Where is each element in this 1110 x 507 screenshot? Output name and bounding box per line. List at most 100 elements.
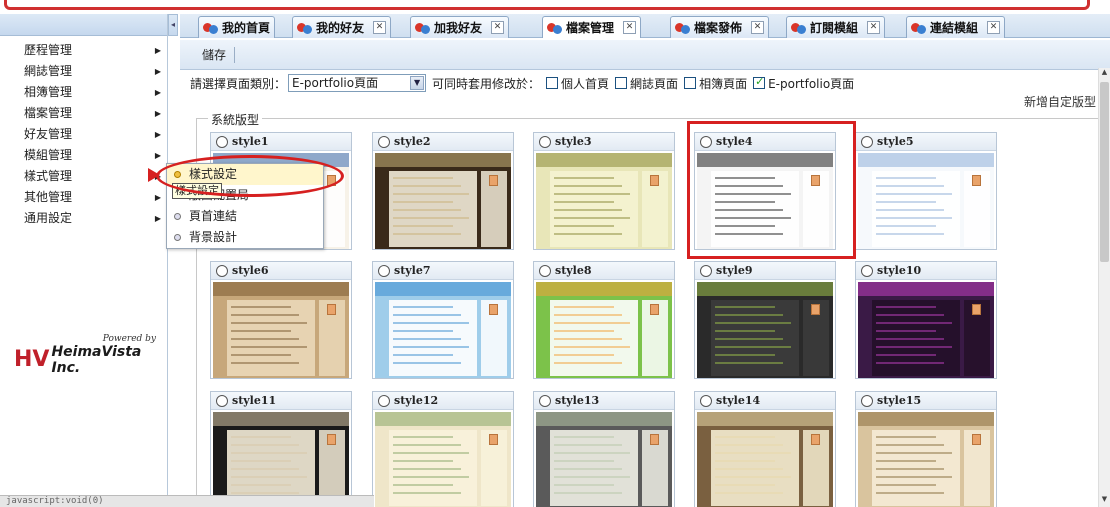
style-preview-thumbnail[interactable]	[536, 282, 672, 378]
style-radio[interactable]	[700, 394, 712, 407]
sidebar-item[interactable]: 檔案管理 ▶	[0, 103, 167, 124]
style-management-flyout: 樣式設定版面配置局頁首連結背景設計	[166, 163, 324, 249]
sidebar-item-label: 通用設定	[24, 211, 73, 225]
style-card[interactable]: style2	[372, 132, 514, 250]
thumbnail-banner	[375, 153, 511, 167]
apply-checkbox[interactable]	[684, 77, 697, 89]
apply-checkbox[interactable]	[753, 75, 766, 89]
flyout-item[interactable]: 頁首連結	[167, 206, 323, 227]
style-card[interactable]: style6	[210, 261, 352, 379]
style-preview-thumbnail[interactable]	[858, 412, 994, 507]
style-card[interactable]: style5	[855, 132, 997, 250]
sidebar-item[interactable]: 模組管理 ▶	[0, 145, 167, 166]
style-preview-thumbnail[interactable]	[375, 412, 511, 507]
tab[interactable]: 訂閱模組 ✕	[786, 16, 886, 38]
style-preview-thumbnail[interactable]	[375, 282, 511, 378]
style-radio[interactable]	[378, 264, 390, 277]
style-radio[interactable]	[861, 135, 873, 148]
sidebar-item[interactable]: 通用設定 ▶	[0, 208, 167, 229]
thumbnail-text-line	[554, 484, 614, 486]
page-type-select[interactable]: E-portfolio頁面 ▼	[288, 74, 427, 92]
style-preview-thumbnail[interactable]	[858, 282, 994, 378]
style-card-header: style12	[373, 392, 513, 410]
close-icon[interactable]: ✕	[491, 21, 505, 34]
style-preview-thumbnail[interactable]	[697, 282, 833, 378]
tab[interactable]: 檔案管理 ✕	[542, 16, 642, 38]
apply-checkbox[interactable]	[546, 77, 559, 89]
chevron-down-icon[interactable]: ▼	[410, 76, 425, 90]
new-custom-style-link[interactable]: 新增自定版型	[1024, 93, 1096, 110]
style-radio[interactable]	[700, 264, 712, 277]
style-preview-thumbnail[interactable]	[858, 153, 994, 249]
thumbnail-avatar	[811, 434, 820, 445]
style-radio[interactable]	[378, 135, 390, 148]
close-icon[interactable]: ✕	[751, 21, 765, 34]
style-radio[interactable]	[539, 264, 551, 277]
style-card[interactable]: style12	[372, 391, 514, 507]
style-preview-thumbnail[interactable]	[213, 412, 349, 507]
style-preview-thumbnail[interactable]	[375, 153, 511, 249]
close-icon[interactable]: ✕	[987, 21, 1001, 34]
thumbnail-text-line	[554, 306, 614, 308]
scroll-down-icon[interactable]: ▼	[1099, 495, 1110, 507]
sidebar-item-label: 其他管理	[24, 190, 73, 204]
apply-checkbox[interactable]	[615, 77, 628, 89]
style-radio[interactable]	[861, 394, 873, 407]
sidebar-item[interactable]: 網誌管理 ▶	[0, 61, 167, 82]
style-card[interactable]: style3	[533, 132, 675, 250]
tab[interactable]: 我的首頁	[198, 16, 276, 38]
sidebar-item[interactable]: 相簿管理 ▶	[0, 82, 167, 103]
sidebar-item[interactable]: 其他管理 ▶	[0, 187, 167, 208]
sidebar-item[interactable]: 樣式管理 ▶	[0, 166, 167, 187]
style-card[interactable]: style10	[855, 261, 997, 379]
style-name: style9	[716, 264, 753, 277]
thumbnail-text-line	[393, 314, 461, 316]
apply-checkbox-label: 網誌頁面	[630, 76, 679, 91]
tab[interactable]: 加我好友 ✕	[410, 16, 510, 38]
flyout-item[interactable]: 背景設計	[167, 227, 323, 248]
style-card[interactable]: style9	[694, 261, 836, 379]
top-frame-strip	[4, 0, 1090, 10]
tab[interactable]: 連結模組 ✕	[906, 16, 1006, 38]
thumbnail-text-line	[231, 492, 299, 494]
style-name: style7	[394, 264, 431, 277]
sidebar-item[interactable]: 好友管理 ▶	[0, 124, 167, 145]
style-card[interactable]: style14	[694, 391, 836, 507]
style-card[interactable]: style7	[372, 261, 514, 379]
thumbnail-text-line	[231, 306, 291, 308]
style-preview-thumbnail[interactable]	[697, 412, 833, 507]
style-radio[interactable]	[216, 394, 228, 407]
close-icon[interactable]: ✕	[373, 21, 387, 34]
style-preview-thumbnail[interactable]	[213, 282, 349, 378]
style-card[interactable]: style13	[533, 391, 675, 507]
style-preview-thumbnail[interactable]	[536, 153, 672, 249]
flyout-item[interactable]: 樣式設定	[167, 164, 323, 185]
style-preview-thumbnail[interactable]	[536, 412, 672, 507]
thumbnail-text-line	[876, 476, 952, 478]
style-radio[interactable]	[216, 135, 228, 148]
style-radio[interactable]	[539, 394, 551, 407]
style-card[interactable]: style11	[210, 391, 352, 507]
thumbnail-text-line	[393, 346, 469, 348]
scrollbar[interactable]: ▲ ▼	[1098, 68, 1110, 507]
sidebar-collapse-button[interactable]: ◂	[168, 14, 178, 36]
thumbnail-avatar	[650, 434, 659, 445]
thumbnail-text-line	[876, 346, 952, 348]
thumbnail-banner	[536, 153, 672, 167]
close-icon[interactable]: ✕	[623, 21, 637, 34]
close-icon[interactable]: ✕	[867, 21, 881, 34]
style-radio[interactable]	[378, 394, 390, 407]
scroll-up-icon[interactable]: ▲	[1099, 68, 1110, 80]
sidebar-item[interactable]: 歷程管理 ▶	[0, 40, 167, 61]
save-button[interactable]: 儲存	[202, 47, 236, 63]
style-radio[interactable]	[539, 135, 551, 148]
tab[interactable]: 我的好友 ✕	[292, 16, 392, 38]
chevron-right-icon: ▶	[154, 109, 161, 118]
thumbnail-text-line	[554, 209, 622, 211]
style-card[interactable]: style8	[533, 261, 675, 379]
style-radio[interactable]	[861, 264, 873, 277]
style-radio[interactable]	[216, 264, 228, 277]
tab[interactable]: 檔案發佈 ✕	[670, 16, 770, 38]
style-card[interactable]: style15	[855, 391, 997, 507]
scroll-thumb[interactable]	[1100, 82, 1109, 262]
